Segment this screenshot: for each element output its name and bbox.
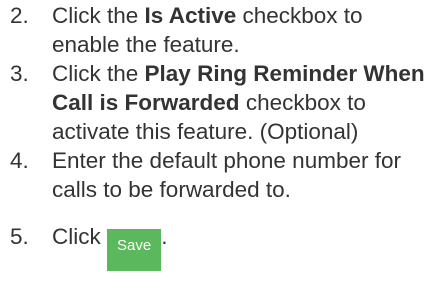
step-text-bold: Is Active <box>144 3 237 28</box>
step-default-phone-number: 4. Enter the default phone number for ca… <box>0 146 434 204</box>
step-number: 4. <box>10 148 29 173</box>
step-text-pre: Click the <box>52 61 145 86</box>
step-number: 5. <box>10 224 29 249</box>
step-is-active: 2. Click the Is Active checkbox to enabl… <box>0 1 434 59</box>
step-play-ring-reminder: 3. Click the Play Ring Reminder When Cal… <box>0 59 434 146</box>
step-text-post: . <box>161 224 168 249</box>
step-text-pre: Click <box>52 224 107 249</box>
step-text: Enter the default phone number for calls… <box>52 148 401 202</box>
step-text-pre: Click the <box>52 3 145 28</box>
save-button[interactable]: Save <box>107 229 162 271</box>
step-click-save: 5. Click Save. <box>0 222 434 271</box>
step-number: 3. <box>10 61 29 86</box>
step-number: 2. <box>10 3 29 28</box>
instruction-steps: 2. Click the Is Active checkbox to enabl… <box>0 1 434 271</box>
